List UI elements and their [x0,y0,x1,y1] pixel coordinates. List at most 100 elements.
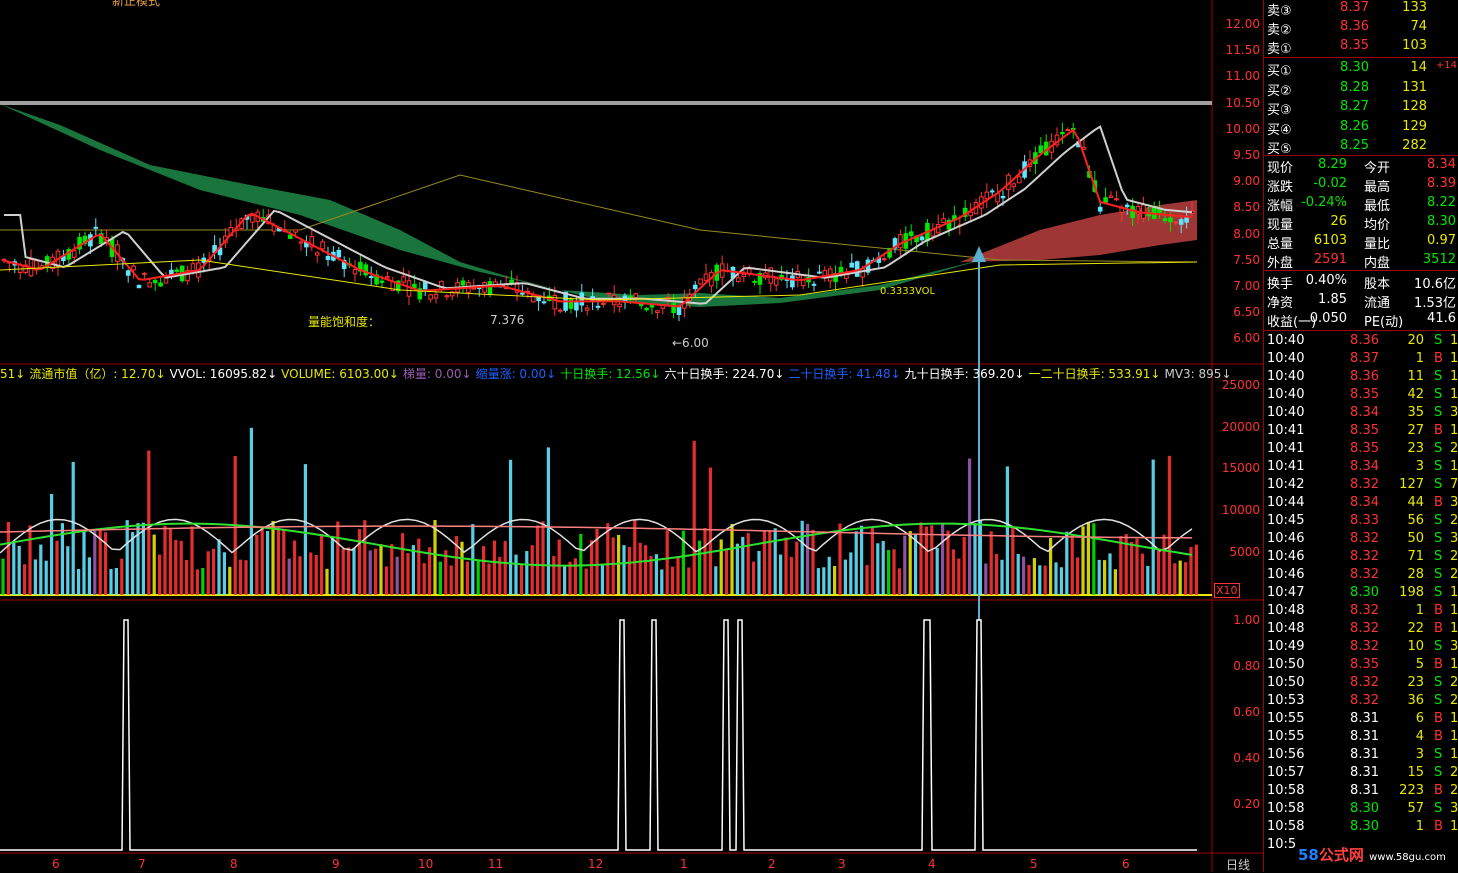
tick-side: S [1434,477,1443,492]
tick-volume: 56 [1407,513,1424,528]
volume-bar [374,548,378,595]
quote-label: 总量 [1267,237,1294,252]
volume-bar [347,547,351,595]
volume-bar [438,561,442,595]
volume-multiplier: X10 [1214,583,1240,598]
candle-body [142,272,147,275]
candle-body [898,234,903,249]
volume-bar [930,525,934,595]
volume-bar [752,561,756,595]
tick-count: 3 [1450,405,1458,420]
tick-volume: 42 [1407,387,1424,402]
volume-tick: 25000 [1221,378,1260,392]
volume-bar [298,556,302,595]
volume-bar [1194,544,1198,595]
tick-volume: 57 [1407,801,1424,816]
tick-side: S [1434,549,1443,564]
volume-bar [1157,550,1161,595]
volume-bar [557,539,561,595]
volume-bar [185,560,189,595]
volume-bar [627,547,631,595]
volume-bar [114,567,118,595]
volume-bar [1049,538,1053,595]
tick-volume: 3 [1415,747,1424,762]
volume-bar [44,560,48,595]
quote-label: 今开 [1364,161,1391,176]
tick-row: 10:40 8.35 42 S 1 [1264,386,1458,404]
tick-time: 10:56 [1267,747,1305,762]
bid-label: 买① [1267,64,1292,79]
bid-price: 8.28 [1340,79,1369,95]
tick-price: 8.30 [1350,585,1379,600]
bid-change: +14 [1435,60,1457,71]
candle-body [644,307,649,311]
quote-row: 外盘 2591 内盘 3512 [1264,251,1458,271]
tick-side: B [1434,351,1443,366]
volume-bar [773,528,777,595]
price-tick: 8.00 [1233,226,1260,241]
volume-bar [487,563,491,595]
quote-value: 8.29 [1318,157,1347,172]
time-tick: 9 [332,857,340,871]
volume-tick: 20000 [1221,419,1260,434]
volume-bar [924,526,928,595]
volume-bar [174,539,178,595]
tick-row: 10:41 8.34 3 S 1 [1264,458,1458,476]
volume-bar [120,558,124,595]
bid-row: 买④ 8.26 129 [1264,118,1458,138]
volume-bar [908,531,912,595]
indicator-value: 一二十日换手: 533.91↓ [1028,367,1161,381]
candle-body [628,295,633,299]
tick-price: 8.32 [1350,549,1379,564]
volume-bar [573,558,577,595]
candle-body [444,295,450,298]
volume-bar [768,530,772,595]
volume-bar [449,565,453,595]
time-tick: 11 [488,857,504,871]
price-tick: 7.50 [1233,252,1260,267]
period-mode[interactable]: 日线 [1226,856,1250,873]
candle-body [422,281,428,290]
quote-value: 26 [1330,214,1347,229]
candle-body [174,269,180,272]
indicator-value: 梯量: 0.00↓ [402,367,472,381]
tick-time: 10:57 [1267,765,1305,780]
candle-body [1168,217,1173,223]
tick-side: B [1434,711,1443,726]
candle-body [520,292,525,295]
tick-side: B [1434,657,1443,672]
bid-price: 8.27 [1340,99,1369,115]
tick-side: S [1434,513,1443,528]
volume-bar [1097,559,1101,595]
volume-bar [206,551,210,595]
volume-bar [1184,562,1188,595]
bid-volume: 129 [1402,118,1427,134]
tick-time: 10:40 [1267,369,1305,384]
tick-time: 10:53 [1267,693,1305,708]
volume-bar [876,543,880,595]
volume-bar [309,552,313,595]
volume-bar [406,553,410,595]
tick-volume: 27 [1407,423,1424,438]
tick-row: 10:40 8.36 11 S 1 [1264,368,1458,386]
tick-time: 10:49 [1267,639,1305,654]
tick-row: 10:58 8.30 1 B 1 [1264,818,1458,836]
tick-price: 8.32 [1350,603,1379,618]
tick-side: S [1434,441,1443,456]
bid-volume: 131 [1402,79,1427,95]
tick-row: 10:50 8.35 5 B 1 [1264,656,1458,674]
tick-count: 2 [1450,693,1458,708]
volume-bar [1032,558,1036,595]
quote-label: 现价 [1267,161,1294,176]
bid-volume: 14 [1410,60,1427,75]
bid-row: 买② 8.28 131 [1264,79,1458,99]
volume-bar [946,530,950,595]
volume-bar [784,537,788,595]
volume-bar [951,549,955,595]
time-tick: 12 [588,857,604,871]
tick-side: S [1434,639,1443,654]
quote-label: 现量 [1267,218,1294,233]
price-tick: 6.50 [1233,305,1260,320]
candle-body [401,276,406,283]
main-chart[interactable] [0,0,1263,872]
